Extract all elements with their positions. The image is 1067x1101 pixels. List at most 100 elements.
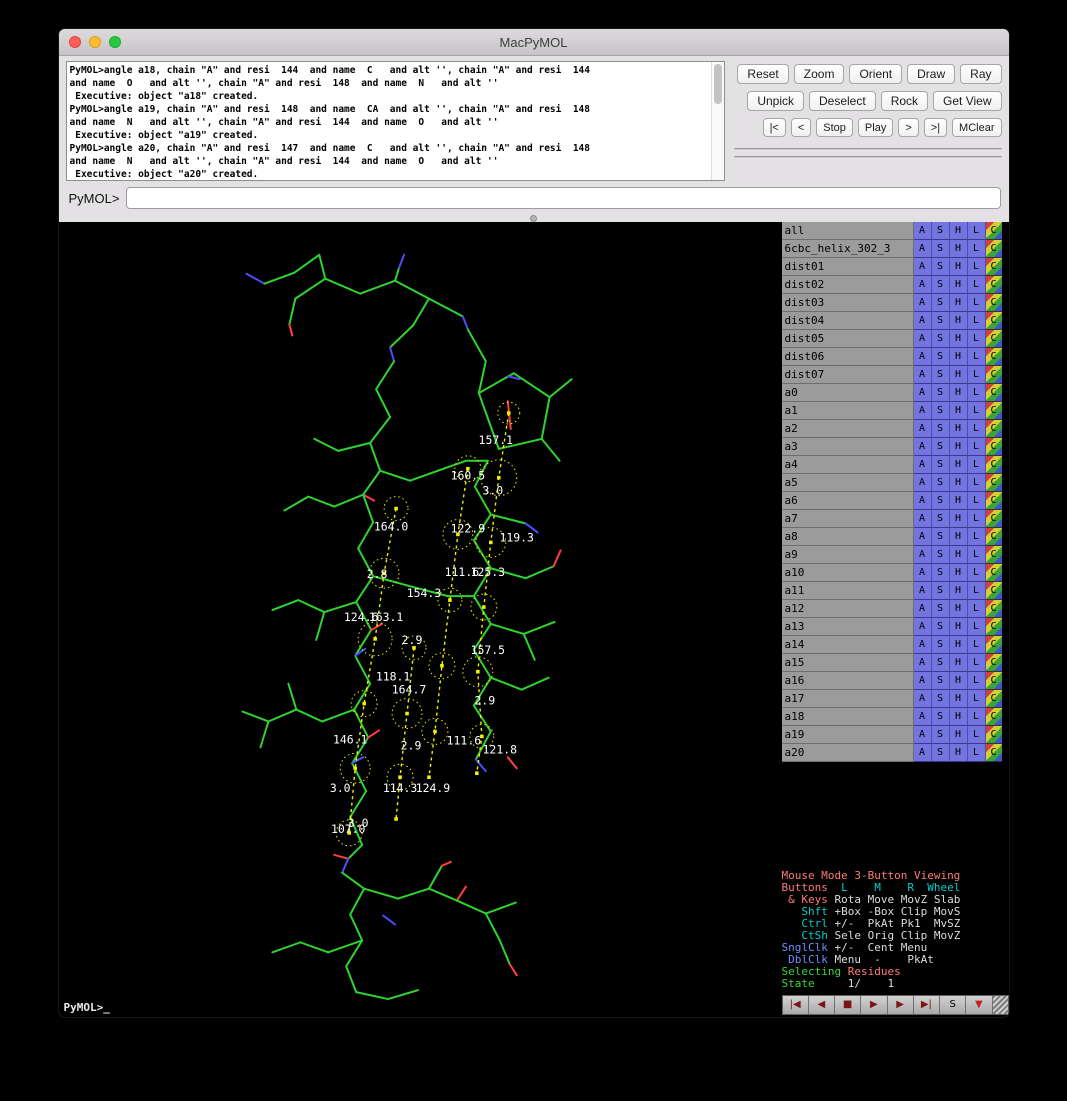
object-s-menu-button[interactable]: S	[932, 438, 950, 456]
object-c-menu-button[interactable]: C	[986, 276, 1002, 294]
object-c-menu-button[interactable]: C	[986, 222, 1002, 240]
object-h-menu-button[interactable]: H	[950, 348, 968, 366]
object-h-menu-button[interactable]: H	[950, 690, 968, 708]
object-h-menu-button[interactable]: H	[950, 438, 968, 456]
minimize-button[interactable]	[89, 36, 101, 48]
object-c-menu-button[interactable]: C	[986, 654, 1002, 672]
object-c-menu-button[interactable]: C	[986, 312, 1002, 330]
object-c-menu-button[interactable]: C	[986, 564, 1002, 582]
object-name-button[interactable]: dist07	[782, 366, 914, 384]
object-l-menu-button[interactable]: L	[968, 348, 986, 366]
object-s-menu-button[interactable]: S	[932, 366, 950, 384]
step-back-button[interactable]: ◀	[809, 996, 835, 1014]
console-scrollbar[interactable]	[711, 62, 724, 180]
resize-grip[interactable]	[993, 996, 1008, 1014]
step-forward-button[interactable]: ▶	[888, 996, 914, 1014]
object-c-menu-button[interactable]: C	[986, 438, 1002, 456]
object-l-menu-button[interactable]: L	[968, 726, 986, 744]
object-a-menu-button[interactable]: A	[914, 600, 932, 618]
object-a-menu-button[interactable]: A	[914, 618, 932, 636]
object-l-menu-button[interactable]: L	[968, 546, 986, 564]
object-name-button[interactable]: a5	[782, 474, 914, 492]
object-s-menu-button[interactable]: S	[932, 294, 950, 312]
object-l-menu-button[interactable]: L	[968, 222, 986, 240]
object-a-menu-button[interactable]: A	[914, 240, 932, 258]
object-name-button[interactable]: dist06	[782, 348, 914, 366]
object-h-menu-button[interactable]: H	[950, 276, 968, 294]
object-l-menu-button[interactable]: L	[968, 366, 986, 384]
object-name-button[interactable]: a2	[782, 420, 914, 438]
object-l-menu-button[interactable]: L	[968, 474, 986, 492]
object-c-menu-button[interactable]: C	[986, 672, 1002, 690]
object-name-button[interactable]: dist04	[782, 312, 914, 330]
frame-menu-button[interactable]: ▼	[966, 996, 992, 1014]
object-s-menu-button[interactable]: S	[932, 546, 950, 564]
object-h-menu-button[interactable]: H	[950, 546, 968, 564]
object-a-menu-button[interactable]: A	[914, 330, 932, 348]
object-h-menu-button[interactable]: H	[950, 240, 968, 258]
object-h-menu-button[interactable]: H	[950, 564, 968, 582]
object-name-button[interactable]: a11	[782, 582, 914, 600]
object-s-menu-button[interactable]: S	[932, 564, 950, 582]
object-s-menu-button[interactable]: S	[932, 744, 950, 762]
object-c-menu-button[interactable]: C	[986, 366, 1002, 384]
object-l-menu-button[interactable]: L	[968, 564, 986, 582]
object-l-menu-button[interactable]: L	[968, 690, 986, 708]
object-name-button[interactable]: dist02	[782, 276, 914, 294]
object-a-menu-button[interactable]: A	[914, 744, 932, 762]
object-a-menu-button[interactable]: A	[914, 546, 932, 564]
object-s-menu-button[interactable]: S	[932, 384, 950, 402]
object-l-menu-button[interactable]: L	[968, 420, 986, 438]
object-c-menu-button[interactable]: C	[986, 726, 1002, 744]
object-a-menu-button[interactable]: A	[914, 438, 932, 456]
object-c-menu-button[interactable]: C	[986, 294, 1002, 312]
viewport-3d[interactable]: 157.1160.53.0164.0122.9119.32.8111.6125.…	[59, 222, 782, 1017]
object-s-menu-button[interactable]: S	[932, 654, 950, 672]
object-h-menu-button[interactable]: H	[950, 456, 968, 474]
object-h-menu-button[interactable]: H	[950, 366, 968, 384]
object-l-menu-button[interactable]: L	[968, 312, 986, 330]
object-l-menu-button[interactable]: L	[968, 600, 986, 618]
object-s-menu-button[interactable]: S	[932, 618, 950, 636]
go-to-end-button[interactable]: ▶|	[914, 996, 940, 1014]
object-l-menu-button[interactable]: L	[968, 276, 986, 294]
object-s-menu-button[interactable]: S	[932, 708, 950, 726]
toolbar-deselect-button[interactable]: Deselect	[809, 91, 876, 111]
object-l-menu-button[interactable]: L	[968, 528, 986, 546]
object-s-menu-button[interactable]: S	[932, 402, 950, 420]
object-c-menu-button[interactable]: C	[986, 546, 1002, 564]
object-name-button[interactable]: a8	[782, 528, 914, 546]
object-c-menu-button[interactable]: C	[986, 348, 1002, 366]
object-c-menu-button[interactable]: C	[986, 474, 1002, 492]
object-c-menu-button[interactable]: C	[986, 330, 1002, 348]
object-name-button[interactable]: a3	[782, 438, 914, 456]
object-l-menu-button[interactable]: L	[968, 240, 986, 258]
object-h-menu-button[interactable]: H	[950, 420, 968, 438]
object-l-menu-button[interactable]: L	[968, 510, 986, 528]
object-name-button[interactable]: a10	[782, 564, 914, 582]
object-c-menu-button[interactable]: C	[986, 240, 1002, 258]
object-a-menu-button[interactable]: A	[914, 312, 932, 330]
object-l-menu-button[interactable]: L	[968, 384, 986, 402]
object-a-menu-button[interactable]: A	[914, 258, 932, 276]
object-c-menu-button[interactable]: C	[986, 402, 1002, 420]
object-s-menu-button[interactable]: S	[932, 312, 950, 330]
object-h-menu-button[interactable]: H	[950, 510, 968, 528]
object-h-menu-button[interactable]: H	[950, 744, 968, 762]
object-name-button[interactable]: a0	[782, 384, 914, 402]
object-a-menu-button[interactable]: A	[914, 582, 932, 600]
object-a-menu-button[interactable]: A	[914, 456, 932, 474]
object-name-button[interactable]: a19	[782, 726, 914, 744]
object-c-menu-button[interactable]: C	[986, 636, 1002, 654]
object-l-menu-button[interactable]: L	[968, 258, 986, 276]
object-l-menu-button[interactable]: L	[968, 294, 986, 312]
object-h-menu-button[interactable]: H	[950, 474, 968, 492]
object-name-button[interactable]: a12	[782, 600, 914, 618]
object-l-menu-button[interactable]: L	[968, 744, 986, 762]
object-h-menu-button[interactable]: H	[950, 636, 968, 654]
pane-splitter[interactable]	[59, 214, 1009, 222]
object-name-button[interactable]: all	[782, 222, 914, 240]
object-c-menu-button[interactable]: C	[986, 528, 1002, 546]
object-name-button[interactable]: 6cbc_helix_302_3	[782, 240, 914, 258]
object-s-menu-button[interactable]: S	[932, 582, 950, 600]
